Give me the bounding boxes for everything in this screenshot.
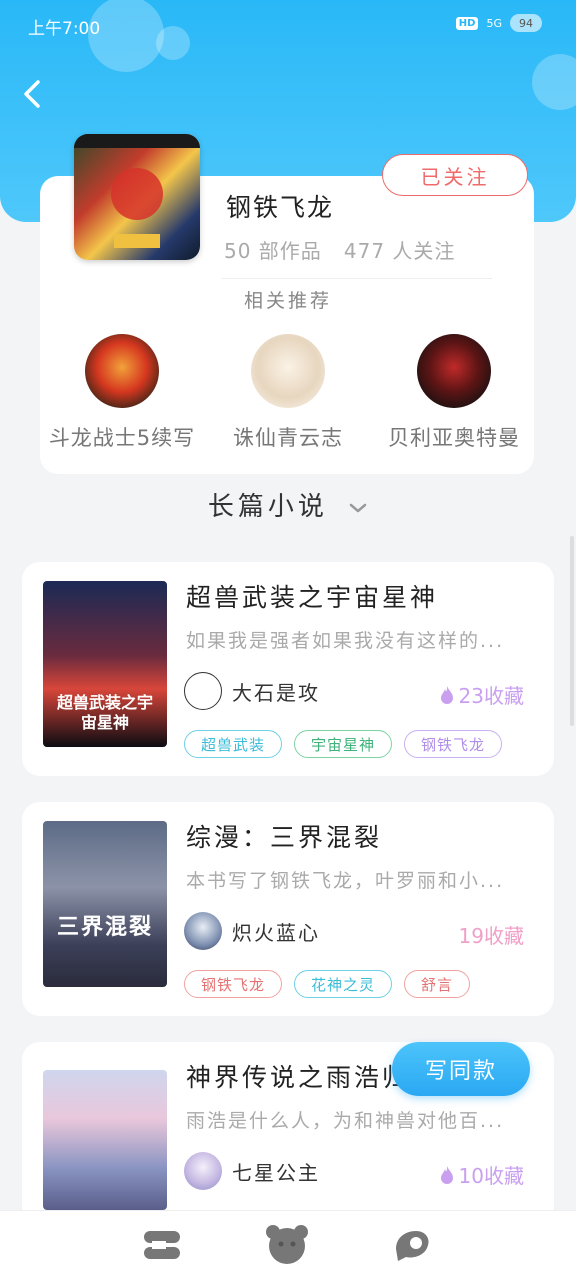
hd-icon: HD [455,16,479,30]
novel-cover: 三界混裂 [43,821,167,987]
author-name: 钢铁飞龙 [226,193,335,222]
author-avatar-small [184,1152,222,1190]
related-item[interactable]: 诛仙青云志 [198,334,378,452]
status-time: 上午7:00 [28,19,101,39]
section-title: 长篇小说 [207,492,328,522]
favorites: 19收藏 [459,920,524,949]
write-same-button[interactable]: 写同款 [392,1042,530,1096]
novel-description: 雨浩是什么人，为和神兽对他百... [186,1110,505,1132]
author-avatar-small [184,672,222,710]
chevron-down-icon [349,503,367,512]
novel-author-row[interactable]: 大石是攻 [184,672,320,710]
author-avatar[interactable] [74,134,200,260]
related-avatar [417,334,491,408]
battery-icon: 94 [510,14,542,32]
tag[interactable]: 钢铁飞龙 [404,730,503,758]
favorites-count: 23收藏 [458,684,524,708]
followers-count: 477 人关注 [343,239,456,263]
tag[interactable]: 钢铁飞龙 [184,970,283,998]
flame-icon [440,685,453,704]
divider [222,278,492,279]
related-item[interactable]: 贝利亚奥特曼 [364,334,544,452]
related-item[interactable]: 斗龙战士5续写 [32,334,212,452]
novel-cover [43,1070,167,1210]
cover-title: 超兽武装之宇宙星神 [56,693,153,732]
novel-title: 综漫：三界混裂 [186,823,383,852]
scrollbar[interactable] [570,536,574,726]
tag[interactable]: 宇宙星神 [294,730,393,758]
works-count: 50 部作品 [224,239,322,263]
related-avatar [85,334,159,408]
novel-author: 七星公主 [232,1160,320,1185]
follow-button[interactable]: 已关注 [382,154,528,196]
cover-title: 三界混裂 [56,915,153,940]
novel-cover: 超兽武装之宇宙星神 [43,581,167,747]
decor-bubble [532,54,576,110]
favorites: 10收藏 [439,1160,524,1189]
tag[interactable]: 花神之灵 [294,970,393,998]
back-arrow-icon [24,80,40,108]
bear-icon[interactable] [264,1223,310,1269]
favorites-count: 10收藏 [458,1164,524,1188]
novel-card[interactable]: 超兽武装之宇宙星神 超兽武装之宇宙星神 如果我是强者如果我没有这样的... 大石… [22,562,554,776]
author-cover-art [74,134,200,248]
message-icon[interactable] [392,1227,432,1267]
tag[interactable]: 舒言 [404,970,471,998]
related-avatar [251,334,325,408]
status-bar: 上午7:00 HD 5G 94 [0,0,576,54]
related-title: 相关推荐 [243,290,332,312]
back-button[interactable] [18,76,48,112]
related-name: 诛仙青云志 [233,426,343,450]
related-name: 贝利亚奥特曼 [388,426,520,450]
section-selector[interactable]: 长篇小说 [0,486,576,523]
tag[interactable]: 超兽武装 [184,730,283,758]
flame-icon [440,1165,453,1184]
novel-description: 本书写了钢铁飞龙，叶罗丽和小... [186,870,505,892]
author-avatar-small [184,912,222,950]
novel-card[interactable]: 三界混裂 综漫：三界混裂 本书写了钢铁飞龙，叶罗丽和小... 炽火蓝心 19收藏… [22,802,554,1016]
novel-author-row[interactable]: 七星公主 [184,1152,320,1190]
bottom-nav [0,1210,576,1280]
related-name: 斗龙战士5续写 [48,426,196,450]
favorites: 23收藏 [439,680,524,709]
signal-icon: 5G [486,16,502,30]
novel-author-row[interactable]: 炽火蓝心 [184,912,320,950]
novel-description: 如果我是强者如果我没有这样的... [186,630,505,652]
novel-author: 大石是攻 [232,680,320,705]
tag-list: 超兽武装 宇宙星神 钢铁飞龙 [184,730,503,758]
novel-author: 炽火蓝心 [232,920,320,945]
tag-list: 钢铁飞龙 花神之灵 舒言 [184,970,471,998]
author-stats: 50 部作品 477 人关注 [224,235,455,264]
home-icon[interactable] [142,1227,182,1267]
novel-title: 超兽武装之宇宙星神 [186,583,439,612]
favorites-count: 19收藏 [458,924,524,948]
